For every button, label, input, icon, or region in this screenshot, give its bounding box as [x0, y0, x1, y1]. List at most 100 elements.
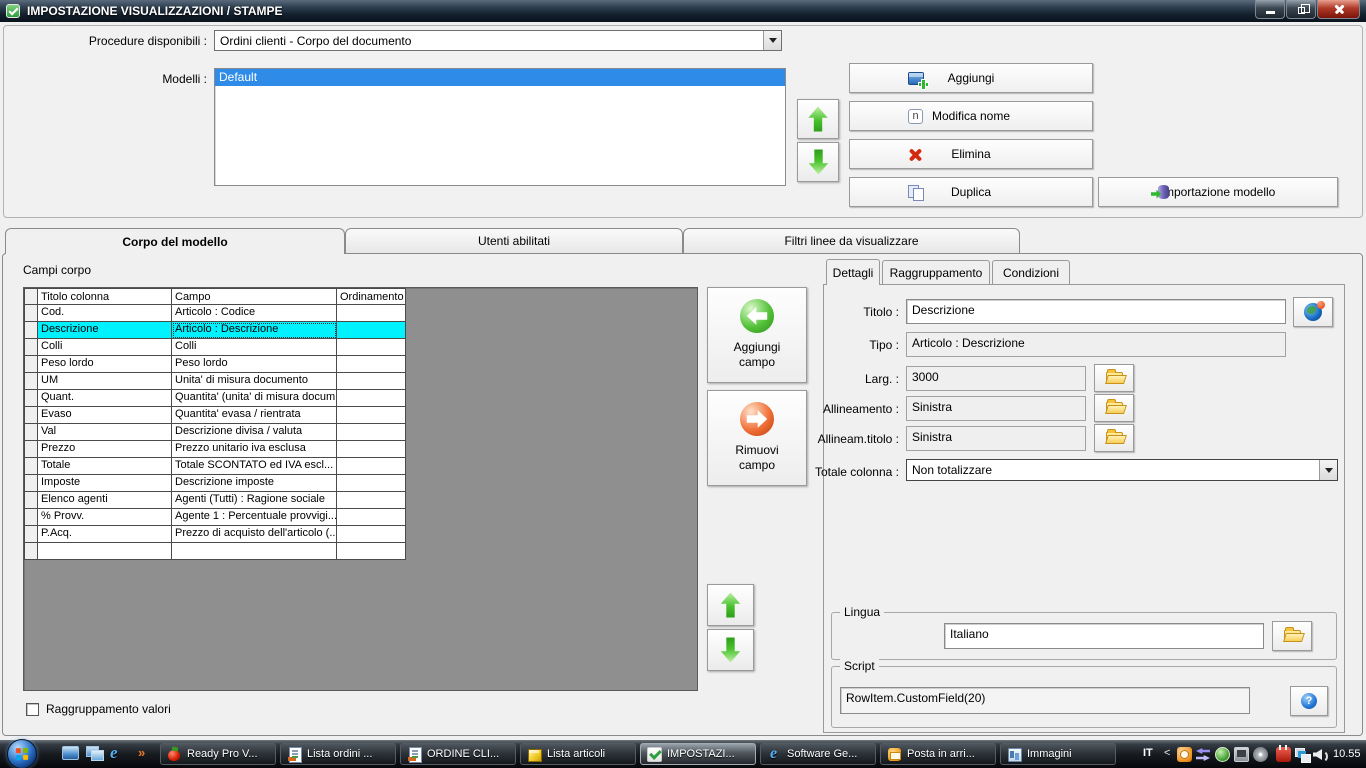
- row-selector-cell[interactable]: [24, 543, 38, 560]
- show-desktop-icon[interactable]: [62, 746, 79, 760]
- duplica-button[interactable]: Duplica: [849, 177, 1093, 207]
- tray-display-icon[interactable]: [1234, 747, 1249, 762]
- tab-filtri-linee[interactable]: Filtri linee da visualizzare: [683, 228, 1020, 253]
- tray-power-icon[interactable]: [1276, 745, 1291, 762]
- rimuovi-campo-button[interactable]: Rimuovi campo: [707, 390, 807, 486]
- tray-network-icon[interactable]: [1295, 747, 1311, 763]
- table-row[interactable]: Cod. Articolo : Codice: [24, 305, 406, 322]
- tab-dettagli[interactable]: Dettagli: [826, 259, 880, 285]
- totale-colonna-combobox[interactable]: Non totalizzare: [906, 459, 1338, 481]
- aggiungi-campo-button[interactable]: Aggiungi campo: [707, 287, 807, 383]
- tab-condizioni[interactable]: Condizioni: [992, 260, 1070, 284]
- combobox-dropdown-button[interactable]: [763, 31, 781, 50]
- taskbar-button[interactable]: Immagini: [1000, 743, 1116, 765]
- header-selector-cell: [24, 288, 38, 305]
- elimina-button[interactable]: Elimina: [849, 139, 1093, 169]
- taskbar-button[interactable]: Software Ge...: [760, 743, 876, 765]
- row-selector-cell[interactable]: [24, 356, 38, 373]
- header-ordinamento[interactable]: Ordinamento: [337, 288, 406, 305]
- row-selector-cell[interactable]: [24, 339, 38, 356]
- table-row[interactable]: Val Descrizione divisa / valuta: [24, 424, 406, 441]
- row-selector-cell[interactable]: [24, 424, 38, 441]
- tray-volume-icon[interactable]: [1313, 747, 1328, 763]
- titolo-translate-button[interactable]: [1293, 297, 1333, 327]
- table-row[interactable]: [24, 543, 406, 560]
- table-row[interactable]: Elenco agenti Agenti (Tutti) : Ragione s…: [24, 492, 406, 509]
- script-help-button[interactable]: ?: [1290, 686, 1328, 716]
- combobox-dropdown-button[interactable]: [1319, 460, 1337, 480]
- row-selector-cell[interactable]: [24, 407, 38, 424]
- modelli-listbox[interactable]: Default: [214, 68, 786, 186]
- taskbar-button[interactable]: Lista articoli: [520, 743, 636, 765]
- table-row[interactable]: Descrizione Articolo : Descrizione: [24, 322, 406, 339]
- tray-clock-app-icon[interactable]: [1177, 747, 1192, 762]
- allineamento-input[interactable]: Sinistra: [906, 396, 1086, 421]
- tray-sync-icon[interactable]: [1196, 747, 1211, 762]
- table-row[interactable]: UM Unita' di misura documento: [24, 373, 406, 390]
- header-titolo-colonna[interactable]: Titolo colonna: [38, 288, 172, 305]
- table-row[interactable]: Imposte Descrizione imposte: [24, 475, 406, 492]
- tab-corpo-del-modello[interactable]: Corpo del modello: [5, 228, 345, 254]
- table-row[interactable]: Peso lordo Peso lordo: [24, 356, 406, 373]
- importazione-modello-button[interactable]: Importazione modello: [1098, 177, 1338, 207]
- table-row[interactable]: P.Acq. Prezzo di acquisto dell'articolo …: [24, 526, 406, 543]
- table-row[interactable]: Quant. Quantita' (unita' di misura docum…: [24, 390, 406, 407]
- language-indicator[interactable]: IT: [1143, 747, 1153, 759]
- allineam-titolo-input[interactable]: Sinistra: [906, 426, 1086, 451]
- row-selector-cell[interactable]: [24, 526, 38, 543]
- field-move-up-button[interactable]: [707, 584, 754, 626]
- row-selector-cell[interactable]: [24, 458, 38, 475]
- close-button[interactable]: [1317, 0, 1360, 19]
- table-row[interactable]: Colli Colli: [24, 339, 406, 356]
- larg-input[interactable]: 3000: [906, 366, 1086, 391]
- header-campo[interactable]: Campo: [172, 288, 337, 305]
- list-item-selected[interactable]: Default: [215, 69, 785, 86]
- taskbar-button[interactable]: ORDINE CLI...: [400, 743, 516, 765]
- taskbar-button[interactable]: Posta in arri...: [880, 743, 996, 765]
- table-row[interactable]: Totale Totale SCONTATO ed IVA escl...: [24, 458, 406, 475]
- tray-certificate-icon[interactable]: [1215, 747, 1230, 762]
- larg-picker-button[interactable]: [1094, 364, 1134, 392]
- table-row[interactable]: % Provv. Agente 1 : Percentuale provvigi…: [24, 509, 406, 526]
- taskbar-button[interactable]: Ready Pro V...: [160, 743, 276, 765]
- row-selector-cell[interactable]: [24, 322, 38, 339]
- taskbar-button[interactable]: IMPOSTAZI...: [640, 743, 756, 765]
- row-selector-cell[interactable]: [24, 492, 38, 509]
- campi-grid[interactable]: Titolo colonna Campo Ordinamento Cod. Ar…: [23, 287, 698, 691]
- move-up-button[interactable]: [797, 99, 839, 139]
- aggiungi-button[interactable]: Aggiungi: [849, 63, 1093, 93]
- row-selector-cell[interactable]: [24, 509, 38, 526]
- tray-disc-icon[interactable]: [1253, 747, 1268, 762]
- internet-explorer-quicklaunch-icon[interactable]: e: [110, 743, 118, 763]
- quicklaunch-overflow-chevron[interactable]: »: [138, 745, 145, 760]
- procedure-combobox[interactable]: Ordini clienti - Corpo del documento: [214, 30, 782, 51]
- taskbar-button-label: Lista articoli: [547, 748, 606, 760]
- row-selector-cell[interactable]: [24, 373, 38, 390]
- script-input[interactable]: RowItem.CustomField(20): [840, 687, 1250, 714]
- window-titlebar[interactable]: IMPOSTAZIONE VISUALIZZAZIONI / STAMPE: [0, 0, 1366, 22]
- taskbar-button[interactable]: Lista ordini ...: [280, 743, 396, 765]
- minimize-button[interactable]: [1255, 0, 1285, 19]
- lingua-picker-button[interactable]: [1272, 621, 1312, 651]
- cell-campo: Quantita' (unita' di misura docum...: [172, 390, 337, 407]
- allineamento-picker-button[interactable]: [1094, 394, 1134, 422]
- modifica-nome-button[interactable]: n Modifica nome: [849, 101, 1093, 131]
- field-move-down-button[interactable]: [707, 629, 754, 671]
- row-selector-cell[interactable]: [24, 390, 38, 407]
- raggruppamento-checkbox[interactable]: [26, 702, 39, 716]
- switch-windows-icon[interactable]: [86, 746, 104, 761]
- tab-raggruppamento[interactable]: Raggruppamento: [882, 260, 990, 284]
- row-selector-cell[interactable]: [24, 305, 38, 322]
- row-selector-cell[interactable]: [24, 475, 38, 492]
- row-selector-cell[interactable]: [24, 441, 38, 458]
- table-row[interactable]: Evaso Quantita' evasa / rientrata: [24, 407, 406, 424]
- allineam-titolo-picker-button[interactable]: [1094, 424, 1134, 452]
- tab-utenti-abilitati[interactable]: Utenti abilitati: [345, 228, 683, 253]
- titolo-input[interactable]: Descrizione: [906, 299, 1286, 324]
- start-button[interactable]: [7, 739, 37, 768]
- table-row[interactable]: Prezzo Prezzo unitario iva esclusa: [24, 441, 406, 458]
- move-down-button[interactable]: [797, 142, 839, 182]
- tray-collapse-chevron[interactable]: <: [1164, 747, 1170, 759]
- lingua-input[interactable]: Italiano: [944, 623, 1264, 649]
- restore-button[interactable]: [1286, 0, 1316, 19]
